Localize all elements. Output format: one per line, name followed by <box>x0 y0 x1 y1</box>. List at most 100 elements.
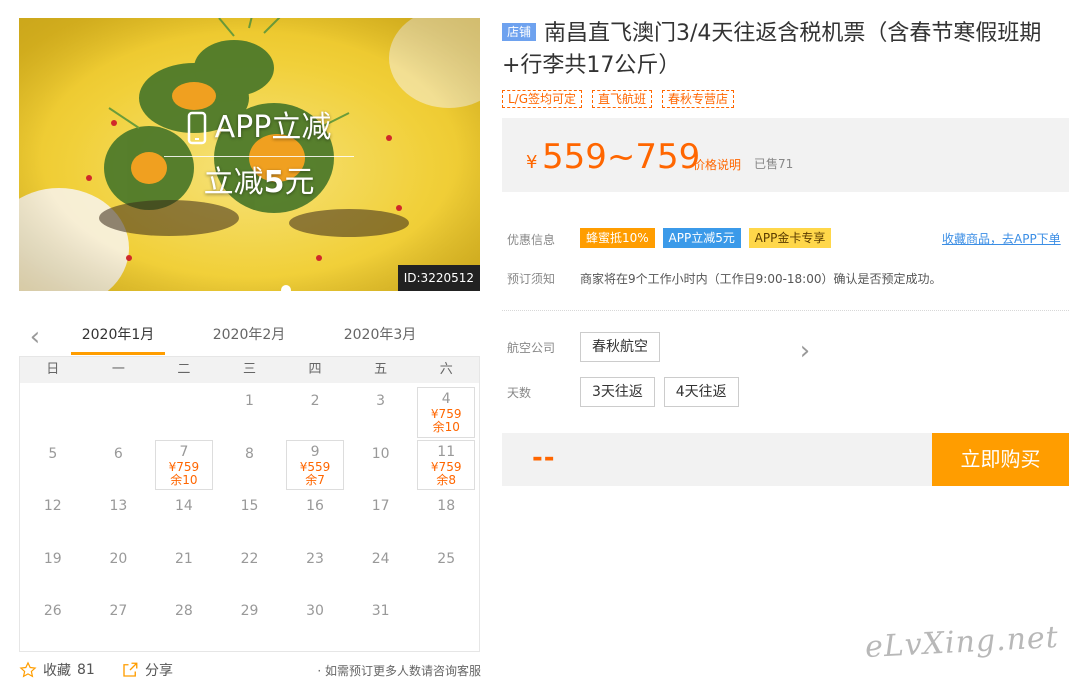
day-number: 10 <box>371 445 390 462</box>
favorite-label: 收藏 <box>43 663 71 679</box>
day-number: 15 <box>240 498 259 515</box>
day-number: 6 <box>113 445 123 462</box>
booking-notice-text: 商家将在9个工作小时内（工作日9:00-18:00）确认是否预定成功。 <box>580 272 942 286</box>
calendar-day: 6 <box>86 440 152 493</box>
app-discount-amount: 立减5元 <box>203 165 315 200</box>
calendar-day: 25 <box>413 545 479 598</box>
day-number: 23 <box>306 550 324 567</box>
sold-count: 已售71 <box>754 157 794 171</box>
favorite-button[interactable]: 收藏 81 <box>19 660 95 680</box>
day-number: 24 <box>371 550 390 567</box>
day-price: ¥759 <box>168 459 200 474</box>
calendar-day: 26 <box>20 597 86 650</box>
airline-option[interactable]: 春秋航空 <box>580 332 660 362</box>
product-tag: 直飞航班 <box>592 90 653 108</box>
product-title: 店铺 南昌直飞澳门3/4天往返含税机票（含春节寒假班期+行李共17公斤） <box>502 18 1070 82</box>
calendar-day-available[interactable]: 11 ¥759 余8 <box>417 439 475 491</box>
day-number: 12 <box>43 498 62 515</box>
chevron-left-icon[interactable]: ‹ <box>23 322 47 352</box>
day-number: 16 <box>306 498 324 515</box>
calendar-day: 2 <box>282 387 348 440</box>
day-seats-left: 余10 <box>170 472 198 487</box>
selected-total: -- <box>532 443 556 473</box>
calendar-day: 12 <box>20 492 86 545</box>
calendar-day: 14 <box>151 492 217 545</box>
overlay-divider <box>164 156 354 157</box>
calendar-weekday-header: 日一二三四五六 <box>20 357 479 383</box>
day-number: 11 <box>437 443 456 460</box>
days-row: 天数 3天往返 4天往返 <box>502 377 1069 407</box>
weekday-label: 五 <box>374 362 388 377</box>
share-button[interactable]: 分享 <box>121 660 173 680</box>
booking-notice-label: 预订须知 <box>507 272 556 286</box>
price-explanation-link[interactable]: 价格说明 <box>693 156 741 173</box>
day-seats-left: 余7 <box>305 472 325 487</box>
product-tags: L/G签均可定 直飞航班 春秋专营店 <box>502 90 1070 108</box>
weekday-label: 日 <box>46 362 60 377</box>
day-number: 31 <box>371 603 390 620</box>
day-number: 17 <box>371 498 390 515</box>
day-number: 27 <box>109 603 128 620</box>
calendar-day: 18 <box>413 492 479 545</box>
calendar-day: 3 <box>348 387 414 440</box>
day-number: 1 <box>245 393 254 409</box>
product-action-bar: 收藏 81 分享 · 如需预订更多人数请咨询客服 <box>19 660 481 680</box>
calendar-day: 24 <box>348 545 414 598</box>
site-watermark: eLvXing.net <box>864 619 1060 666</box>
day-number: 26 <box>43 603 62 620</box>
promo-gold-card: APP金卡专享 <box>748 228 832 248</box>
day-price: ¥559 <box>299 459 331 474</box>
calendar-month-tabs: ‹ 2020年1月 2020年2月 2020年3月 › <box>19 318 810 366</box>
day-number: 7 <box>179 443 189 460</box>
calendar-day-available[interactable]: 7 ¥759 余10 <box>155 439 213 491</box>
calendar-day-available[interactable]: 4 ¥759 余10 <box>417 387 475 438</box>
weekday-label: 二 <box>177 362 191 377</box>
day-number: 30 <box>306 603 324 620</box>
tab-month-1[interactable]: 2020年1月 <box>71 318 165 355</box>
product-tag: L/G签均可定 <box>502 90 583 108</box>
promo-app-discount: APP立减5元 <box>662 228 741 248</box>
day-number: 9 <box>310 443 320 460</box>
airline-row: 航空公司 春秋航空 <box>502 332 1069 362</box>
departure-calendar: 日一二三四五六 1 2 3 4 ¥759 余10 5 6 7 ¥759 余10 8 9 ¥559 余7 10 1… <box>19 356 480 652</box>
day-seats-left: 余8 <box>436 472 457 487</box>
share-label: 分享 <box>145 663 173 679</box>
share-icon <box>123 662 138 677</box>
day-seats-left: 余10 <box>432 420 460 434</box>
day-number: 20 <box>109 550 128 567</box>
app-discount-label: APP立减 <box>214 110 332 145</box>
airline-label: 航空公司 <box>507 341 556 355</box>
promo-honey-discount: 蜂蜜抵10% <box>580 228 655 248</box>
weekday-label: 六 <box>439 362 453 377</box>
day-number: 4 <box>441 391 451 407</box>
day-number: 13 <box>109 498 128 515</box>
days-label: 天数 <box>507 386 532 400</box>
day-number: 21 <box>175 550 193 567</box>
calendar-day: 27 <box>86 597 152 650</box>
day-number: 29 <box>240 603 259 620</box>
weekday-label: 三 <box>242 362 256 377</box>
day-number: 28 <box>175 603 193 620</box>
weekday-label: 一 <box>111 362 125 377</box>
day-number: 25 <box>437 550 456 567</box>
calendar-day: 13 <box>86 492 152 545</box>
days-option-3[interactable]: 3天往返 <box>580 377 655 407</box>
carousel-dot[interactable] <box>281 285 291 291</box>
carousel-dots <box>281 285 291 291</box>
calendar-empty-cell <box>151 387 217 440</box>
tab-month-2[interactable]: 2020年2月 <box>202 318 296 352</box>
buy-now-button[interactable]: 立即购买 <box>932 433 1069 486</box>
promotions-row: 优惠信息 蜂蜜抵10% APP立减5元 APP金卡专享 收藏商品，去APP下单 <box>502 228 1069 252</box>
calendar-day-available[interactable]: 9 ¥559 余7 <box>286 439 344 491</box>
weekday-label: 四 <box>308 362 322 377</box>
app-discount-overlay: APP立减 立减5元 <box>164 108 354 203</box>
days-option-4[interactable]: 4天往返 <box>663 377 739 407</box>
app-order-link[interactable]: 收藏商品，去APP下单 <box>942 230 1061 247</box>
tab-month-3[interactable]: 2020年3月 <box>333 318 427 352</box>
calendar-day: 17 <box>348 492 414 545</box>
purchase-bar: -- 立即购买 <box>502 433 1069 486</box>
calendar-day: 16 <box>282 492 348 545</box>
calendar-day: 28 <box>151 597 217 650</box>
product-image-carousel[interactable]: APP立减 立减5元 ID:3220512 <box>19 18 480 291</box>
calendar-day: 20 <box>86 545 152 598</box>
